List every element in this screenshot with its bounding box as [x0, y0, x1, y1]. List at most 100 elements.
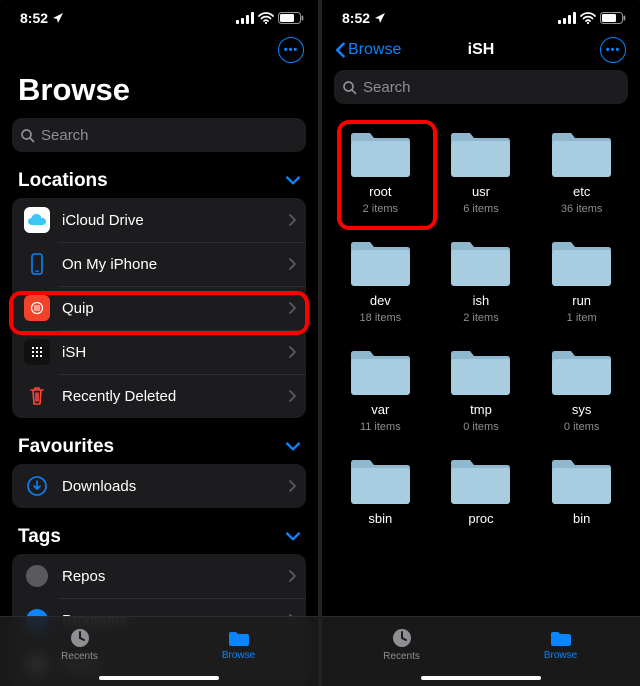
chevron-down-icon [286, 440, 300, 454]
tag-dot-icon [24, 563, 50, 589]
back-button[interactable]: Browse [336, 41, 401, 59]
folder-subtitle: 18 items [360, 312, 402, 324]
nav-bar: ••• [0, 30, 318, 70]
search-field[interactable] [334, 70, 628, 104]
folder-icon [447, 124, 514, 180]
download-icon [24, 473, 50, 499]
chevron-right-icon [289, 480, 296, 492]
folder-icon [548, 342, 615, 398]
row-label: Quip [62, 300, 277, 317]
more-button[interactable]: ••• [600, 37, 626, 63]
wifi-icon [580, 12, 596, 25]
status-bar: 8:52 [322, 0, 640, 30]
locations-header[interactable]: Locations [0, 166, 318, 198]
folder-name: ish [473, 293, 490, 308]
battery-icon [600, 12, 626, 24]
back-label: Browse [348, 41, 401, 59]
tags-header[interactable]: Tags [0, 522, 318, 554]
folder-subtitle: 36 items [561, 203, 603, 215]
right-screenshot: 8:52 Browse iSH ••• root 2 items usr 6 item… [322, 0, 640, 686]
folder-subtitle: 0 items [564, 421, 599, 433]
folder-item[interactable]: bin [537, 451, 626, 530]
nav-title: iSH [468, 41, 495, 59]
folder-item[interactable]: etc36 items [537, 124, 626, 215]
folder-icon [548, 233, 615, 289]
folder-name: run [572, 293, 591, 308]
signal-icon [236, 12, 254, 24]
battery-icon [278, 12, 304, 24]
clock-icon [69, 627, 91, 649]
tag-row[interactable]: Repos [12, 554, 306, 598]
search-icon [342, 80, 357, 95]
wifi-icon [258, 12, 274, 25]
location-row-ish[interactable]: iSH [12, 330, 306, 374]
folder-icon [347, 233, 414, 289]
folder-icon [347, 451, 414, 507]
nav-bar: Browse iSH ••• [322, 30, 640, 70]
clock-icon [391, 627, 413, 649]
search-field[interactable] [12, 118, 306, 152]
folder-name: proc [468, 511, 493, 526]
search-input[interactable] [41, 127, 298, 144]
folder-item[interactable]: sbin [336, 451, 425, 530]
favourite-row-downloads[interactable]: Downloads [12, 464, 306, 508]
status-bar: 8:52 [0, 0, 318, 30]
row-label: iSH [62, 344, 277, 361]
folder-icon [548, 451, 615, 507]
chevron-right-icon [289, 570, 296, 582]
quip-icon [24, 295, 50, 321]
chevron-down-icon [286, 530, 300, 544]
location-row-quip[interactable]: Quip [12, 286, 306, 330]
location-arrow-icon [374, 12, 386, 24]
chevron-right-icon [289, 346, 296, 358]
folder-item[interactable]: proc [437, 451, 526, 530]
folder-item[interactable]: tmp 0 items [437, 342, 526, 433]
locations-title: Locations [18, 170, 108, 192]
folder-icon [447, 342, 514, 398]
folder-item[interactable]: dev18 items [336, 233, 425, 324]
folder-subtitle: 2 items [463, 312, 498, 324]
left-screenshot: 8:52 ••• Browse Locations [0, 0, 318, 686]
status-time: 8:52 [20, 10, 48, 26]
folder-name: tmp [470, 402, 492, 417]
signal-icon [558, 12, 576, 24]
folder-item[interactable]: sys0 items [537, 342, 626, 433]
favourites-header[interactable]: Favourites [0, 432, 318, 464]
location-row-recentlydeleted[interactable]: Recently Deleted [12, 374, 306, 418]
favourites-title: Favourites [18, 436, 114, 458]
folder-item[interactable]: run1 item [537, 233, 626, 324]
folder-item[interactable]: ish 2 items [437, 233, 526, 324]
chevron-right-icon [289, 390, 296, 402]
search-input[interactable] [363, 79, 620, 96]
trash-icon [24, 383, 50, 409]
favourites-list: Downloads [12, 464, 306, 508]
location-row-icloud[interactable]: iCloud Drive [12, 198, 306, 242]
folder-subtitle: 11 items [360, 421, 401, 433]
folder-icon [548, 124, 615, 180]
folder-subtitle: 2 items [363, 203, 398, 215]
folder-icon [347, 124, 414, 180]
folder-name: var [371, 402, 389, 417]
tags-title: Tags [18, 526, 61, 548]
chevron-right-icon [289, 302, 296, 314]
folder-subtitle: 0 items [463, 421, 498, 433]
iphone-icon [24, 251, 50, 277]
folder-icon [447, 233, 514, 289]
folder-item[interactable]: root 2 items [336, 124, 425, 215]
folder-name: bin [573, 511, 590, 526]
location-row-onmyiphone[interactable]: On My iPhone [12, 242, 306, 286]
row-label: On My iPhone [62, 256, 277, 273]
folder-item[interactable]: var 11 items [336, 342, 425, 433]
status-time: 8:52 [342, 10, 370, 26]
folder-name: root [369, 184, 391, 199]
folder-icon [227, 628, 251, 648]
folder-icon [447, 451, 514, 507]
more-button[interactable]: ••• [278, 37, 304, 63]
folder-name: usr [472, 184, 490, 199]
folder-item[interactable]: usr 6 items [437, 124, 526, 215]
folder-icon [549, 628, 573, 648]
search-icon [20, 128, 35, 143]
folder-subtitle: 6 items [463, 203, 498, 215]
folder-icon [347, 342, 414, 398]
locations-list: iCloud Drive On My iPhone Quip [12, 198, 306, 418]
